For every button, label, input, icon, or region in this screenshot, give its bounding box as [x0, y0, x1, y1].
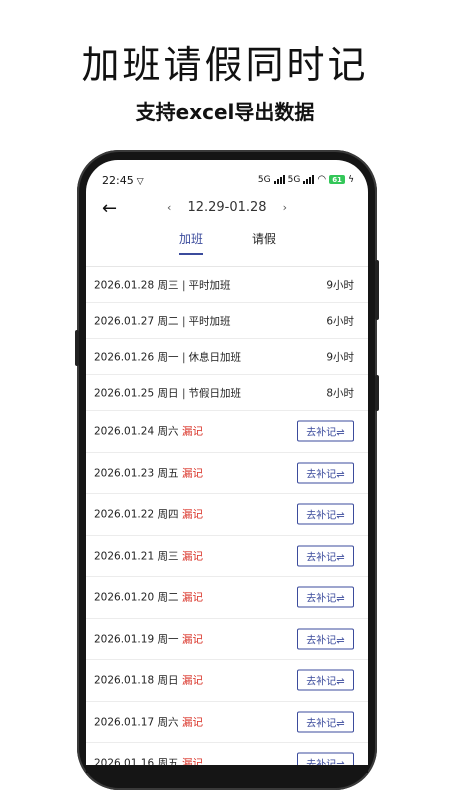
top-nav: ← ‹ 12.29-01.28 › [86, 198, 368, 224]
missed-label: 漏记 [182, 591, 203, 604]
fill-in-button[interactable]: 去补记⇌ [297, 586, 354, 608]
record-date: 2026.01.28 周三 [94, 279, 179, 291]
record-type: | 平时加班 [182, 279, 231, 291]
phone-bottom-bezel [86, 765, 368, 773]
missed-row: 2026.01.20 周二 漏记 去补记⇌ [86, 577, 368, 619]
missed-row: 2026.01.18 周日 漏记 去补记⇌ [86, 660, 368, 702]
missed-date: 2026.01.23 周五 [94, 467, 179, 480]
missed-row: 2026.01.21 周三 漏记 去补记⇌ [86, 536, 368, 577]
fill-in-button[interactable]: 去补记⇌ [297, 545, 354, 567]
fill-in-button[interactable]: 去补记⇌ [297, 420, 354, 442]
battery-icon: 61 [329, 175, 346, 184]
missed-date: 2026.01.21 周三 [94, 550, 179, 563]
missed-label: 漏记 [182, 633, 203, 646]
record-hours: 9小时 [326, 351, 354, 363]
missed-date: 2026.01.22 周四 [94, 508, 179, 521]
charging-icon: ϟ [348, 174, 354, 185]
fill-in-button[interactable]: 去补记⇌ [297, 503, 354, 525]
missed-label: 漏记 [182, 674, 203, 687]
missed-date: 2026.01.16 周五 [94, 757, 179, 765]
record-type: | 平时加班 [182, 315, 231, 327]
period-label[interactable]: 12.29-01.28 [187, 200, 266, 215]
promo-subtitle: 支持excel导出数据 [135, 100, 315, 124]
fill-in-button[interactable]: 去补记⇌ [297, 669, 354, 691]
phone-side-button [375, 260, 379, 320]
record-type: | 休息日加班 [182, 351, 242, 363]
missed-row: 2026.01.24 周六 漏记 去补记⇌ [86, 411, 368, 453]
phone-side-button [375, 375, 379, 411]
signal-label: 5G [257, 174, 271, 185]
fill-in-button[interactable]: 去补记⇌ [297, 628, 354, 650]
record-date: 2026.01.26 周一 [94, 351, 179, 363]
missed-label: 漏记 [182, 467, 203, 480]
missed-label: 漏记 [182, 716, 203, 729]
vibrate-icon: ▽ [136, 177, 144, 187]
period-selector: ‹ 12.29-01.28 › [86, 200, 368, 215]
tab-indicator [179, 253, 203, 255]
record-hours: 6小时 [326, 315, 354, 327]
status-bar: 22:45 ▽ 5G 5G ◠ 61 ϟ [102, 174, 354, 188]
signal-icon [273, 175, 285, 184]
missed-date: 2026.01.24 周六 [94, 425, 179, 438]
missed-label: 漏记 [182, 757, 203, 765]
status-time: 22:45 ▽ [102, 174, 144, 187]
missed-label: 漏记 [182, 425, 203, 438]
record-list: 2026.01.28 周三 | 平时加班 9小时 2026.01.27 周二 | 平… [86, 266, 368, 765]
record-row[interactable]: 2026.01.26 周一 | 休息日加班 9小时 [86, 339, 368, 375]
missed-row: 2026.01.22 周四 漏记 去补记⇌ [86, 494, 368, 536]
missed-date: 2026.01.20 周二 [94, 591, 179, 604]
status-icons: 5G 5G ◠ 61 ϟ [258, 174, 354, 185]
missed-row: 2026.01.19 周一 漏记 去补记⇌ [86, 619, 368, 660]
missed-label: 漏记 [182, 550, 203, 563]
missed-date: 2026.01.18 周日 [94, 674, 179, 687]
record-row[interactable]: 2026.01.25 周日 | 节假日加班 8小时 [86, 375, 368, 411]
missed-date: 2026.01.19 周一 [94, 633, 179, 646]
chevron-right-icon[interactable]: › [283, 201, 287, 214]
fill-in-button[interactable]: 去补记⇌ [297, 752, 354, 765]
record-date: 2026.01.25 周日 [94, 387, 179, 399]
tab-leave[interactable]: 请假 [252, 230, 276, 247]
tab-overtime[interactable]: 加班 [179, 230, 203, 247]
record-type: | 节假日加班 [182, 387, 242, 399]
fill-in-button[interactable]: 去补记⇌ [297, 462, 354, 484]
record-hours: 9小时 [326, 279, 354, 291]
missed-row: 2026.01.17 周六 漏记 去补记⇌ [86, 702, 368, 743]
app-screen: 22:45 ▽ 5G 5G ◠ 61 ϟ ← ‹ 12.29-01.28 › 加班 请… [86, 160, 368, 765]
signal-label: 5G [287, 174, 301, 185]
wifi-icon: ◠ [317, 174, 327, 185]
missed-date: 2026.01.17 周六 [94, 716, 179, 729]
signal-icon [303, 175, 315, 184]
promo-title: 加班请假同时记 [81, 43, 369, 87]
phone-side-button [75, 330, 79, 366]
record-date: 2026.01.27 周二 [94, 315, 179, 327]
missed-label: 漏记 [182, 508, 203, 521]
chevron-left-icon[interactable]: ‹ [167, 201, 171, 214]
record-row[interactable]: 2026.01.27 周二 | 平时加班 6小时 [86, 303, 368, 339]
missed-row: 2026.01.16 周五 漏记 去补记⇌ [86, 743, 368, 765]
tab-bar: 加班 请假 [86, 230, 368, 258]
fill-in-button[interactable]: 去补记⇌ [297, 711, 354, 733]
missed-row: 2026.01.23 周五 漏记 去补记⇌ [86, 453, 368, 494]
record-hours: 8小时 [326, 387, 354, 399]
record-row[interactable]: 2026.01.28 周三 | 平时加班 9小时 [86, 267, 368, 303]
